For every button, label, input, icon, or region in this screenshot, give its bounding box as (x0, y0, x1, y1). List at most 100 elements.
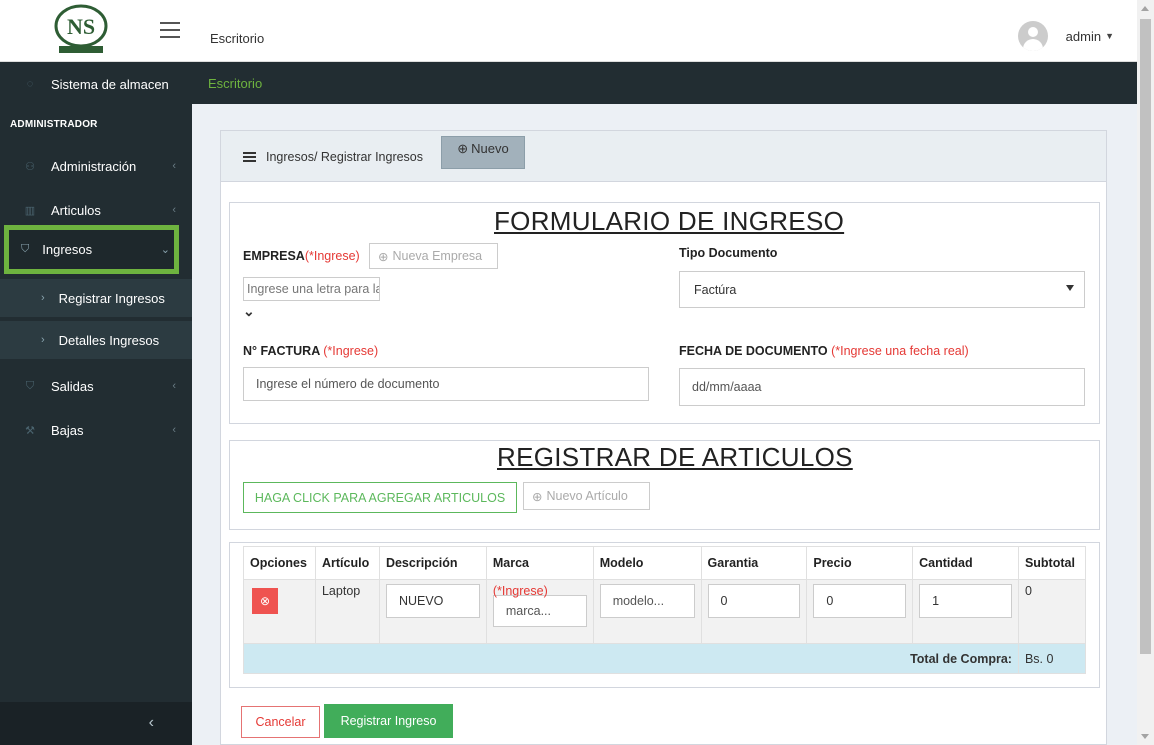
cancel-label: Cancelar (255, 715, 306, 729)
total-value: Bs. 0 (1017, 643, 1087, 674)
list-icon (243, 152, 256, 162)
sidebar-subitem-label: Registrar Ingresos (58, 290, 165, 306)
sidebar-item-label: Salidas (51, 378, 94, 394)
chevron-down-icon: ⌄ (160, 244, 170, 256)
garantia-cell: 0 (700, 579, 808, 644)
user-name: admin (1065, 28, 1102, 44)
cart-icon: ⛉ (25, 379, 35, 392)
marca-input[interactable]: marca... (492, 595, 587, 627)
sidebar-subitem-label: Detalles Ingresos (58, 332, 160, 348)
sidebar-item-sistema[interactable]: ◌ Sistema de almacen (0, 62, 192, 106)
new-article-label: Nuevo Artículo (546, 489, 628, 503)
empresa-input[interactable]: Ingrese una letra para la (243, 277, 380, 301)
caret-down-icon: ▼ (1105, 31, 1114, 41)
scroll-up-icon[interactable] (1141, 6, 1149, 11)
sidebar-item-label: Articulos (51, 202, 101, 218)
menu-toggle-icon[interactable] (160, 22, 180, 40)
articulo-cell: Laptop (314, 579, 380, 644)
garantia-input[interactable]: 0 (707, 584, 801, 618)
articles-table: Opciones Artículo Descripción Marca Mode… (243, 546, 1087, 674)
sidebar-item-label: Sistema de almacen (51, 76, 169, 92)
cart-icon: ⛉ (21, 243, 30, 255)
descripcion-cell: NUEVO (378, 579, 487, 644)
precio-input[interactable]: 0 (813, 584, 907, 618)
descripcion-input[interactable]: NUEVO (385, 584, 480, 618)
sidebar-subitem-registrar[interactable]: › Registrar Ingresos (0, 279, 192, 317)
register-button[interactable]: Registrar Ingreso (324, 704, 453, 738)
new-article-button[interactable]: ⊕ Nuevo Artículo (523, 482, 650, 510)
add-articles-label: HAGA CLICK PARA AGREGAR ARTICULOS (254, 490, 506, 505)
collapse-sidebar-icon[interactable]: ‹ (149, 714, 154, 732)
chevron-down-icon[interactable]: ⌄ (243, 303, 255, 320)
cancel-button[interactable]: Cancelar (241, 706, 320, 738)
new-button[interactable]: ⊕ Nuevo (441, 136, 525, 169)
total-label: Total de Compra: (243, 643, 1019, 674)
modelo-input[interactable]: modelo... (599, 584, 695, 618)
tipo-documento-label: Tipo Documento (679, 246, 778, 260)
page-title: Escritorio (210, 31, 265, 46)
new-button-label: Nuevo (471, 141, 509, 156)
breadcrumb[interactable]: Escritorio (208, 76, 262, 91)
empresa-required: (*Ingrese) (304, 249, 360, 263)
panel-title: Ingresos/ Registrar Ingresos (266, 150, 424, 164)
column-header: Artículo (314, 546, 380, 580)
column-header: Marca (485, 546, 594, 580)
nueva-empresa-button[interactable]: ⊕ Nueva Empresa (369, 243, 498, 269)
fecha-required: (*Ingrese una fecha real) (831, 344, 969, 358)
factura-required: (*Ingrese) (323, 344, 379, 358)
articles-title: REGISTRAR DE ARTICULOS (497, 442, 853, 472)
column-header: Cantidad (912, 546, 1019, 580)
empresa-placeholder: Ingrese una letra para la (247, 282, 380, 296)
book-icon: ▥ (24, 204, 36, 217)
chevron-right-icon: › (41, 292, 45, 304)
factura-placeholder: Ingrese el número de documento (256, 377, 440, 391)
scrollbar[interactable] (1137, 0, 1154, 745)
cantidad-input[interactable]: 1 (919, 584, 1012, 618)
sidebar-footer: ‹ (0, 702, 192, 745)
modelo-cell: modelo... (592, 579, 702, 644)
chevron-left-icon: ‹ (172, 204, 176, 216)
sidebar-item-salidas[interactable]: ⛉ Salidas ‹ (0, 364, 192, 408)
chevron-left-icon: ‹ (172, 380, 176, 392)
table-row: ⊗ Laptop NUEVO (*Ingrese) marca... model… (243, 579, 1087, 644)
precio-cell: 0 (806, 579, 914, 644)
scrollbar-thumb[interactable] (1140, 19, 1151, 654)
sidebar-subitem-detalles[interactable]: › Detalles Ingresos (0, 321, 192, 359)
fecha-label-text: FECHA DE DOCUMENTO (679, 344, 828, 358)
tipo-documento-select[interactable]: Factúra (679, 271, 1085, 308)
options-cell: ⊗ (243, 579, 316, 644)
sidebar-item-bajas[interactable]: ⚒ Bajas ‹ (0, 408, 192, 452)
sidebar-item-ingresos[interactable]: ⛉ Ingresos ⌄ (4, 225, 179, 274)
tipo-documento-value: Factúra (694, 282, 737, 297)
add-articles-button[interactable]: HAGA CLICK PARA AGREGAR ARTICULOS (243, 482, 517, 513)
sidebar-item-label: Ingresos (42, 242, 93, 257)
plus-circle-icon: ⊕ (378, 249, 389, 264)
column-header: Descripción (378, 546, 487, 580)
user-menu[interactable]: admin ▼ (1017, 21, 1114, 51)
plus-circle-icon: ⊕ (457, 141, 469, 156)
svg-text:NS: NS (67, 14, 95, 39)
sidebar-item-label: Bajas (51, 422, 84, 438)
chevron-right-icon: › (41, 334, 45, 346)
sidebar-item-label: Administración (51, 158, 137, 174)
chevron-left-icon: ‹ (172, 160, 176, 172)
content-header: Escritorio (192, 62, 1137, 104)
total-row: Total de Compra: Bs. 0 (243, 643, 1087, 674)
close-circle-icon: ⊗ (259, 594, 271, 608)
column-header: Garantia (700, 546, 808, 580)
fecha-input[interactable]: dd/mm/aaaa (679, 368, 1085, 406)
subtotal-cell: 0 (1017, 579, 1087, 644)
scroll-down-icon[interactable] (1141, 734, 1149, 739)
remove-row-button[interactable]: ⊗ (252, 588, 278, 614)
sidebar-item-administracion[interactable]: ⚇ Administración ‹ (0, 144, 192, 188)
sidebar-section-header: ADMINISTRADOR (10, 119, 98, 130)
ns-logo: NS (54, 4, 108, 53)
marca-cell: (*Ingrese) marca... (485, 579, 594, 644)
fecha-label: FECHA DE DOCUMENTO (*Ingrese una fecha r… (679, 344, 969, 358)
top-header: NS Escritorio admin ▼ (0, 0, 1137, 62)
empresa-label-text: EMPRESA (243, 249, 305, 263)
dashboard-icon: ◌ (26, 78, 34, 90)
factura-input[interactable]: Ingrese el número de documento (243, 367, 649, 401)
factura-label-text: N° FACTURA (243, 344, 320, 358)
fecha-placeholder: dd/mm/aaaa (692, 380, 762, 394)
